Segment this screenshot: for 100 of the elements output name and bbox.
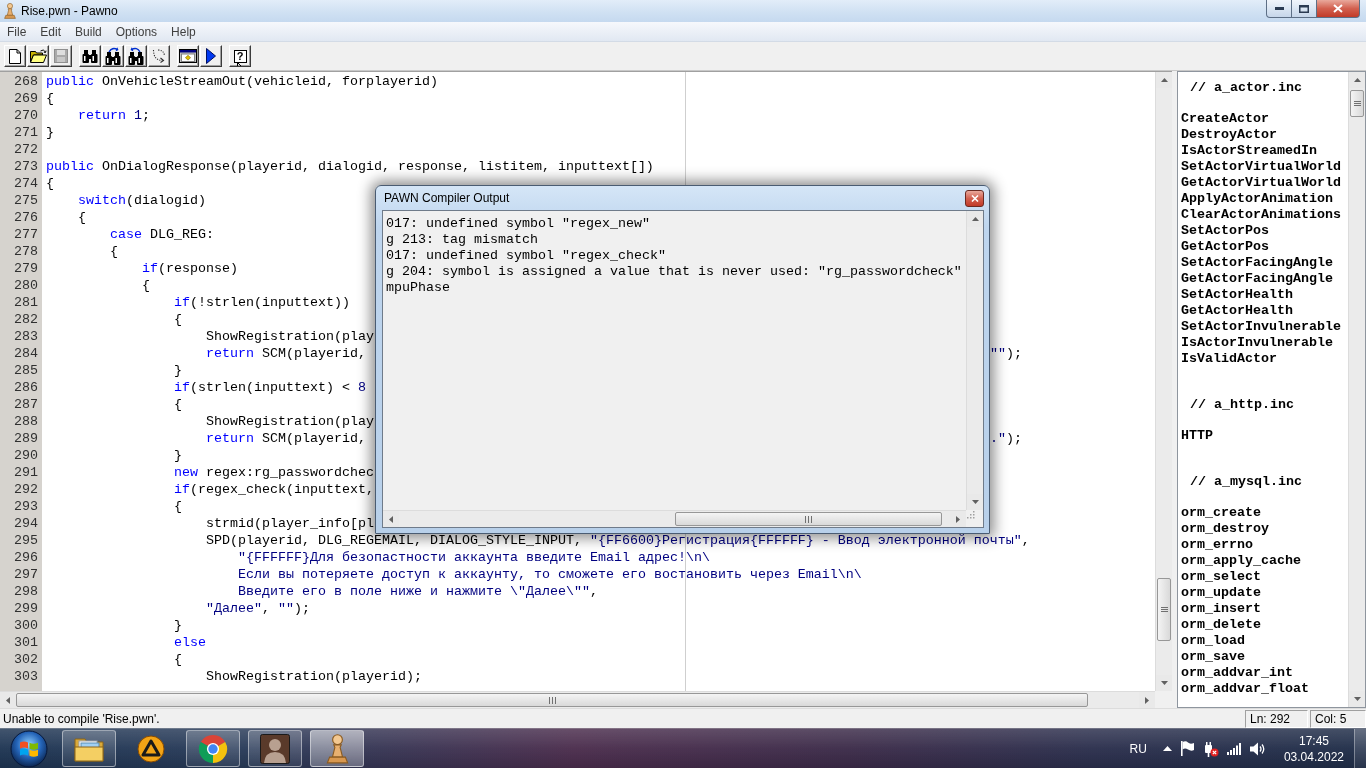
scroll-right-icon[interactable] (956, 515, 960, 523)
function-name[interactable]: orm_apply_cache (1181, 553, 1301, 569)
function-name[interactable]: SetActorHealth (1181, 287, 1293, 303)
line-number: 268 (14, 74, 38, 89)
close-button[interactable] (1317, 0, 1360, 18)
menu-item[interactable]: File (0, 22, 34, 41)
clock-date: 03.04.2022 (1283, 748, 1344, 765)
function-name[interactable]: orm_delete (1181, 617, 1261, 633)
include-comment: // a_mysql.inc (1190, 474, 1302, 490)
find-backward-button[interactable] (125, 45, 147, 67)
show-desktop-button[interactable] (1354, 729, 1366, 768)
function-name[interactable]: orm_update (1181, 585, 1261, 601)
scroll-thumb[interactable] (16, 693, 1089, 707)
run-button[interactable] (200, 45, 222, 67)
chevron-up-icon[interactable] (1162, 746, 1172, 751)
scroll-down-icon[interactable] (1160, 681, 1168, 685)
function-name[interactable]: orm_create (1181, 505, 1261, 521)
function-name[interactable]: IsActorStreamedIn (1181, 143, 1317, 159)
function-name[interactable]: SetActorFacingAngle (1181, 255, 1333, 271)
horizontal-scrollbar[interactable] (0, 691, 1155, 708)
power-plug-icon[interactable] (1202, 740, 1219, 757)
line-number: 278 (14, 244, 38, 259)
function-name[interactable]: orm_addvar_float (1181, 681, 1309, 697)
line-number: 297 (14, 567, 38, 582)
function-name[interactable]: IsActorInvulnerable (1181, 335, 1333, 351)
scroll-thumb[interactable] (1350, 89, 1364, 117)
vertical-scrollbar[interactable] (1155, 72, 1172, 691)
scroll-down-icon[interactable] (971, 500, 979, 504)
compiler-message: mpuPhase (386, 280, 450, 296)
function-name[interactable]: SetActorInvulnerable (1181, 319, 1341, 335)
clock[interactable]: 17:45 03.04.2022 (1283, 732, 1344, 765)
function-name[interactable]: GetActorFacingAngle (1181, 271, 1333, 287)
function-name[interactable]: IsValidActor (1181, 351, 1277, 367)
code-line: if(response) (142, 260, 238, 277)
maximize-button[interactable] (1292, 0, 1317, 18)
line-number: 295 (14, 533, 38, 548)
scroll-up-icon[interactable] (1353, 78, 1361, 82)
scroll-up-icon[interactable] (971, 217, 979, 221)
function-name[interactable]: ApplyActorAnimation (1181, 191, 1333, 207)
scroll-thumb[interactable] (1157, 577, 1171, 641)
menu-item[interactable]: Options (108, 22, 165, 41)
function-name[interactable]: GetActorPos (1181, 239, 1269, 255)
function-name[interactable]: ClearActorAnimations (1181, 207, 1341, 223)
close-button[interactable] (965, 189, 984, 207)
code-line: SPD(playerid, DLG_REGEMAIL, DIALOG_STYLE_INPUT, "{FF6600}Регистрация{FFFFFF} - Ввод электронной почты", (206, 532, 1030, 549)
minimize-button[interactable] (1266, 0, 1292, 18)
line-number: 292 (14, 482, 38, 497)
function-name[interactable]: orm_select (1181, 569, 1261, 585)
compile-button[interactable] (177, 45, 199, 67)
open-folder-icon (29, 49, 47, 63)
new-button[interactable] (4, 45, 26, 67)
taskbar-app-button[interactable] (62, 730, 116, 767)
scroll-left-icon[interactable] (389, 515, 393, 523)
function-name[interactable]: orm_addvar_int (1181, 665, 1293, 681)
function-name[interactable]: orm_errno (1181, 537, 1253, 553)
function-name[interactable]: GetActorHealth (1181, 303, 1293, 319)
replace-button[interactable] (148, 45, 170, 67)
scroll-right-icon[interactable] (1145, 696, 1149, 704)
close-icon (970, 194, 979, 202)
scroll-down-icon[interactable] (1353, 697, 1361, 701)
function-name[interactable]: orm_load (1181, 633, 1245, 649)
line-number: 299 (14, 601, 38, 616)
function-name[interactable]: CreateActor (1181, 111, 1269, 127)
binoculars-arrow-icon (105, 47, 121, 65)
menu-item[interactable]: Edit (33, 22, 69, 41)
find-forward-button[interactable] (102, 45, 124, 67)
help-button[interactable]: ? (229, 45, 251, 67)
taskbar-app-button[interactable] (186, 730, 240, 767)
function-name[interactable]: SetActorPos (1181, 223, 1269, 239)
code-line: if(!strlen(inputtext)) (174, 294, 350, 311)
find-button[interactable] (79, 45, 101, 67)
function-name[interactable]: DestroyActor (1181, 127, 1277, 143)
function-name[interactable]: orm_insert (1181, 601, 1261, 617)
scroll-up-icon[interactable] (1160, 78, 1168, 82)
vertical-scrollbar[interactable] (966, 211, 983, 510)
function-name[interactable]: SetActorVirtualWorld (1181, 159, 1341, 175)
output-list[interactable]: 017: undefined symbol "regex_new" g 213: tag mismatch 017: undefined symbol "regex_check" g 204: symbol is assigned a value that is never used: "rg_passwordcheck" mpuPhase (382, 210, 984, 528)
line-number: 280 (14, 278, 38, 293)
open-button[interactable] (27, 45, 49, 67)
function-name[interactable]: orm_destroy (1181, 521, 1269, 537)
horizontal-scrollbar[interactable] (383, 510, 966, 527)
line-number: 272 (14, 142, 38, 157)
menu-item[interactable]: Help (164, 22, 203, 41)
code-line: return SCM(playerid, (206, 345, 366, 362)
code-line: "Далее", ""); (206, 600, 310, 617)
function-name[interactable]: GetActorVirtualWorld (1181, 175, 1341, 191)
speaker-icon[interactable] (1249, 741, 1266, 756)
vertical-scrollbar[interactable] (1348, 72, 1365, 707)
code-line: return SCM(playerid, (206, 430, 366, 447)
window-title: Rise.pwn - Pawno (21, 4, 118, 18)
language-indicator[interactable]: RU (1129, 741, 1147, 756)
menu-item[interactable]: Build (68, 22, 109, 41)
scroll-thumb[interactable] (674, 512, 942, 526)
scroll-left-icon[interactable] (6, 696, 10, 704)
signal-bars-icon[interactable] (1226, 742, 1242, 755)
flag-icon[interactable] (1179, 741, 1195, 756)
function-name[interactable]: orm_save (1181, 649, 1245, 665)
function-name[interactable]: HTTP (1181, 428, 1213, 444)
compiler-message: g 204: symbol is assigned a value that is never used: "rg_passwordcheck" (386, 264, 962, 280)
taskbar-app-button[interactable] (248, 730, 302, 767)
